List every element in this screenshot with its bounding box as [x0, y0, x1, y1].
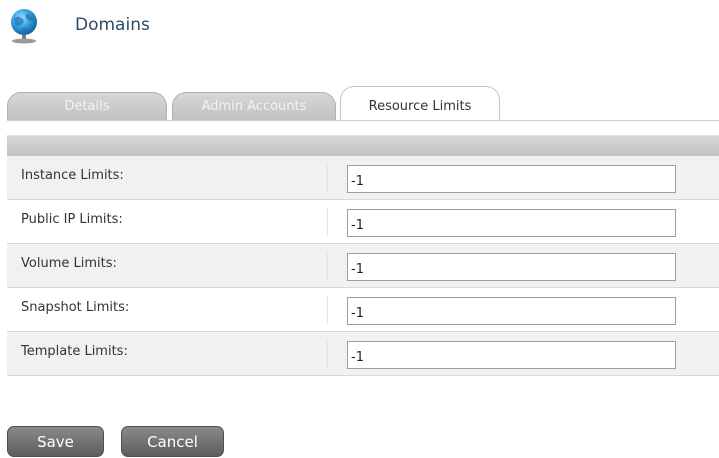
tab-details[interactable]: Details [7, 92, 167, 122]
template-limits-label: Template Limits: [21, 344, 128, 359]
table-spacer [7, 121, 719, 135]
row-divider [327, 252, 328, 280]
public-ip-limits-label: Public IP Limits: [21, 212, 123, 227]
table-row: Volume Limits: [7, 244, 719, 288]
table-row: Instance Limits: [7, 156, 719, 200]
snapshot-limits-label: Snapshot Limits: [21, 300, 130, 315]
volume-limits-label: Volume Limits: [21, 256, 117, 271]
table-header-bar [7, 135, 719, 156]
page-header: Domains [8, 5, 308, 45]
row-divider [327, 208, 328, 236]
tab-admin-accounts[interactable]: Admin Accounts [172, 92, 336, 122]
save-button[interactable]: Save [7, 426, 104, 457]
globe-icon [8, 8, 40, 44]
instance-limits-label: Instance Limits: [21, 168, 124, 183]
page-title: Domains [75, 15, 150, 35]
row-divider [327, 340, 328, 368]
table-row: Snapshot Limits: [7, 288, 719, 332]
tab-resource-limits[interactable]: Resource Limits [340, 86, 500, 122]
snapshot-limits-input[interactable] [347, 297, 676, 325]
row-divider [327, 296, 328, 324]
table-row: Template Limits: [7, 332, 719, 376]
public-ip-limits-input[interactable] [347, 209, 676, 237]
row-divider [327, 164, 328, 192]
cancel-button[interactable]: Cancel [121, 426, 224, 457]
instance-limits-input[interactable] [347, 165, 676, 193]
tab-bar: Details Admin Accounts Resource Limits [7, 86, 719, 122]
volume-limits-input[interactable] [347, 253, 676, 281]
template-limits-input[interactable] [347, 341, 676, 369]
table-row: Public IP Limits: [7, 200, 719, 244]
resource-limits-table: Instance Limits: Public IP Limits: Volum… [7, 120, 719, 376]
